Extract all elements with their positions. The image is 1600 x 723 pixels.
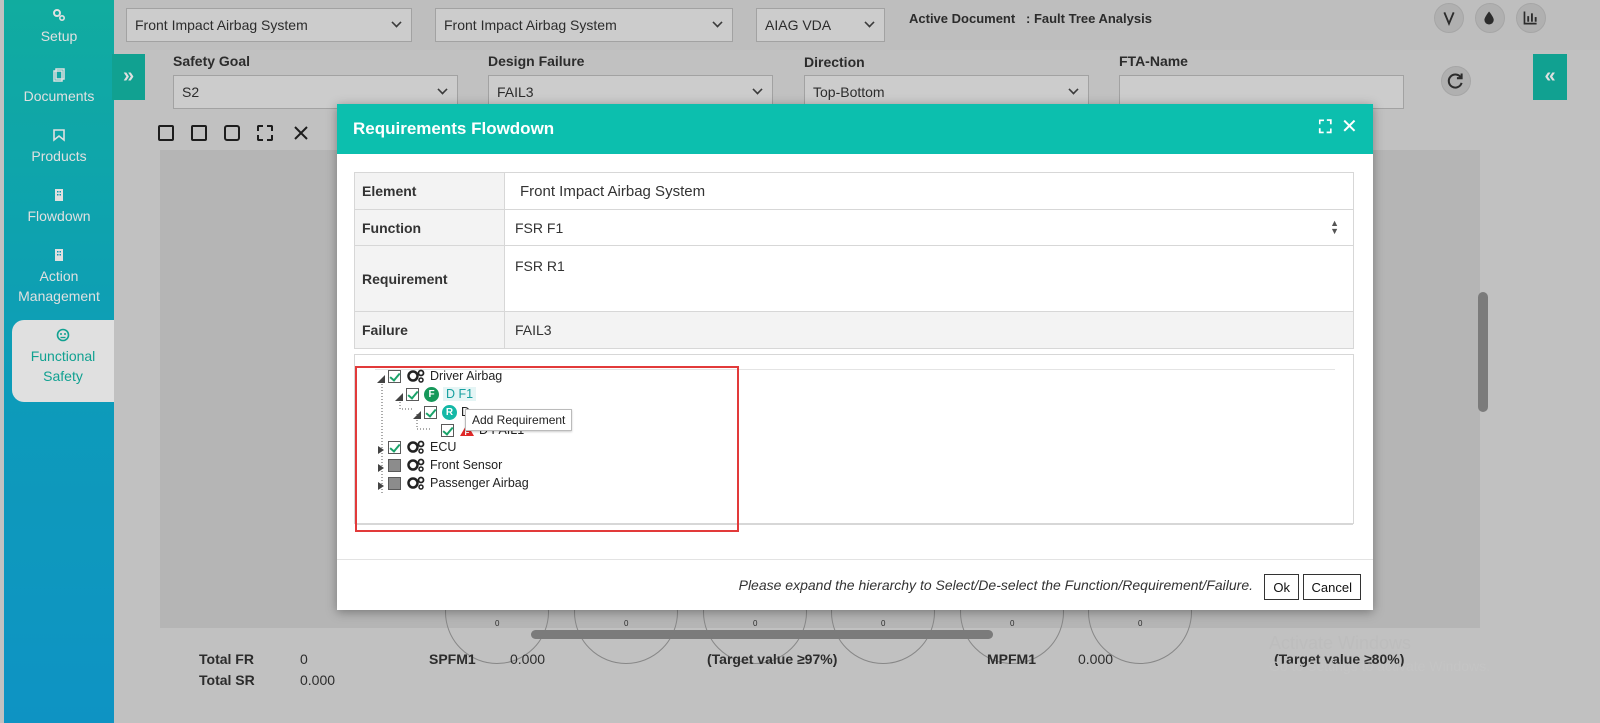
requirements-flowdown-modal: Requirements Flowdown ⛶ ✕ Element Front … xyxy=(337,104,1373,610)
windows-watermark-subtitle: Go to Settings to activate Windows. xyxy=(1269,658,1490,674)
ok-button[interactable]: Ok xyxy=(1264,574,1299,600)
close-icon[interactable]: ✕ xyxy=(1341,117,1358,137)
highlight-box xyxy=(355,366,739,532)
footer-divider xyxy=(337,559,1373,560)
windows-watermark-title: Activate Windows xyxy=(1269,633,1412,653)
instruction-text: Please expand the hierarchy to Select/De… xyxy=(738,577,1253,593)
updown-icon: ▲ ▼ xyxy=(1330,218,1339,236)
maximize-icon[interactable]: ⛶ xyxy=(1319,118,1333,136)
cancel-button[interactable]: Cancel xyxy=(1302,574,1361,600)
